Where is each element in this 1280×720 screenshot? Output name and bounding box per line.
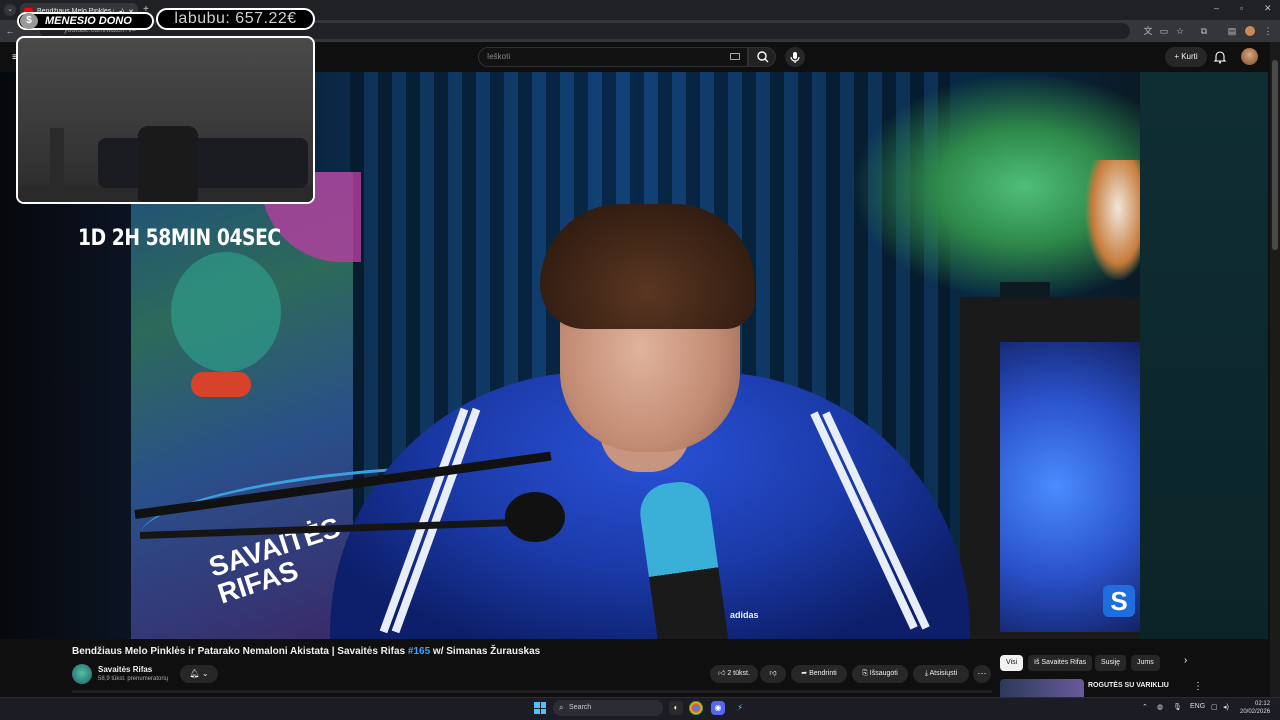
person-hair: [540, 204, 755, 329]
like-count: 2 tūkst.: [727, 670, 750, 677]
thumbs-down-icon: 👎︎: [769, 670, 777, 677]
close-window-button[interactable]: ✕: [1264, 3, 1272, 14]
channel-name[interactable]: Savaitės Rifas: [98, 665, 152, 674]
tray-overflow-icon[interactable]: ⌃: [1142, 703, 1148, 711]
taskbar-clock[interactable]: 02:12 20/02/2026: [1240, 700, 1270, 716]
tray-app-icon[interactable]: ◍: [1157, 703, 1163, 711]
tab-search-button[interactable]: ⌄: [4, 4, 16, 16]
chip-for-you[interactable]: Jums: [1131, 655, 1160, 671]
download-button[interactable]: ⤓ Atsisiųsti: [913, 665, 969, 683]
chip-related[interactable]: Susiję: [1095, 655, 1127, 671]
taskbar-app-icon[interactable]: ◐: [669, 701, 683, 715]
taskbar-search[interactable]: Search: [553, 700, 663, 716]
thumbs-up-icon: 👍︎: [718, 670, 728, 677]
download-label: Atsisiųsti: [929, 670, 958, 677]
create-label: Kurti: [1181, 52, 1198, 61]
chevron-right-icon[interactable]: ›: [1184, 655, 1187, 666]
channel-avatar[interactable]: [72, 664, 92, 684]
channel-watermark-logo: S: [1103, 585, 1135, 617]
search-input[interactable]: Ieškoti: [478, 47, 748, 67]
countdown-timer: 1D 2H 58MIN 04SEC: [78, 226, 281, 251]
app-taskbar-icon[interactable]: ⚡︎: [733, 701, 747, 715]
webcam-sofa: [98, 138, 308, 188]
maximize-button[interactable]: ▫: [1240, 3, 1243, 13]
cast-icon[interactable]: ▭: [1158, 25, 1170, 37]
chrome-taskbar-icon[interactable]: [689, 701, 703, 715]
hashtag-link[interactable]: #165: [408, 646, 430, 657]
extensions-icon[interactable]: ⧉: [1198, 25, 1210, 37]
tray-mic-icon[interactable]: 🎙︎: [1173, 703, 1182, 711]
kebab-menu-icon[interactable]: ⋮: [1193, 681, 1203, 692]
mic-joint: [505, 492, 565, 542]
discord-taskbar-icon[interactable]: ◉: [711, 701, 725, 715]
webcam-lamp: [50, 128, 64, 188]
plush-dog: [1085, 160, 1140, 280]
chip-all[interactable]: Visi: [1000, 655, 1024, 671]
webcam-feed: [16, 36, 315, 204]
bell-icon: 🔔︎: [189, 669, 200, 678]
share-icon: ➦: [801, 670, 810, 677]
save-button[interactable]: ⎘ Išsaugoti: [852, 665, 908, 683]
like-button[interactable]: 👍︎ 2 tūkst.: [710, 665, 758, 683]
video-title-guest: w/ Simanas Žurauskas: [430, 646, 541, 657]
recommended-title[interactable]: ROGUTĖS SU VARIKLIU: [1088, 682, 1169, 689]
keyboard-icon[interactable]: [730, 53, 740, 60]
chip-from-channel[interactable]: Iš Savaitės Rifas: [1028, 655, 1093, 671]
minimize-button[interactable]: –: [1214, 3, 1219, 13]
share-button[interactable]: ➦ Bendrinti: [791, 665, 847, 683]
video-side-backdrop: [1140, 72, 1268, 639]
save-label: Išsaugoti: [869, 670, 898, 677]
network-icon[interactable]: ▢: [1211, 703, 1218, 711]
windows-start-icon[interactable]: [534, 702, 546, 714]
description-box-edge: [72, 690, 992, 693]
share-label: Bendrinti: [809, 670, 837, 677]
translate-icon[interactable]: 文: [1142, 25, 1154, 37]
dislike-button[interactable]: 👎︎: [760, 665, 786, 683]
subscriber-count: 58,9 tūkst. prenumeratorių: [98, 676, 169, 682]
account-avatar[interactable]: [1241, 48, 1258, 65]
donation-amount: labubu: 657.22€: [156, 8, 315, 30]
clock-time: 02:12: [1255, 701, 1271, 707]
more-actions-button[interactable]: ···: [973, 665, 991, 683]
chevron-down-icon: ⌄: [199, 669, 209, 678]
search-button[interactable]: [748, 47, 776, 67]
dollar-coin-icon: $: [20, 13, 38, 29]
scrollbar-thumb[interactable]: [1272, 60, 1278, 250]
recommended-thumbnail[interactable]: [1000, 679, 1084, 697]
video-title: Bendžiaus Melo Pinklės ir Patarako Nemal…: [72, 646, 540, 657]
video-title-text: Bendžiaus Melo Pinklės ir Patarako Nemal…: [72, 646, 408, 657]
chrome-menu-icon[interactable]: ⋮: [1262, 25, 1274, 37]
back-arrow-icon[interactable]: ←: [4, 25, 16, 37]
microphone-icon: [790, 52, 800, 63]
notifications-button[interactable]: [1213, 50, 1227, 64]
language-indicator[interactable]: ENG: [1190, 703, 1205, 710]
search-icon: [757, 51, 769, 63]
profile-avatar[interactable]: [1245, 26, 1255, 36]
bookmark-star-icon[interactable]: ☆: [1174, 25, 1186, 37]
sidepanel-icon[interactable]: ▤: [1226, 25, 1238, 37]
subscribed-bell-button[interactable]: 🔔︎ ⌄: [180, 665, 218, 683]
poster-submarine: [191, 372, 251, 397]
bookmark-icon: ⎘: [862, 670, 870, 677]
webcam-chair: [138, 126, 198, 202]
bell-icon: [1213, 51, 1227, 64]
voice-search-button[interactable]: [785, 47, 805, 67]
poster-creature: [171, 252, 281, 372]
search-icon: ⌕: [559, 703, 564, 712]
clock-date: 20/02/2026: [1240, 709, 1271, 715]
volume-icon[interactable]: ◂): [1223, 703, 1229, 711]
create-button[interactable]: + Kurti: [1165, 47, 1207, 67]
jacket-logo: adidas: [730, 610, 759, 620]
